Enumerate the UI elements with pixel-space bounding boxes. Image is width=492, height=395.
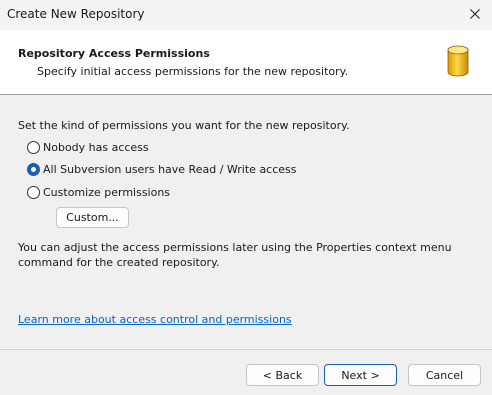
radio-label: All Subversion users have Read / Write a… [43, 163, 297, 176]
adjust-permissions-note: You can adjust the access permissions la… [18, 241, 452, 269]
radio-nobody-access[interactable]: Nobody has access [27, 141, 149, 154]
window-title: Create New Repository [7, 7, 145, 21]
database-icon [447, 45, 469, 77]
intro-text: Set the kind of permissions you want for… [18, 119, 350, 132]
close-icon [470, 9, 480, 19]
radio-button-unchecked[interactable] [27, 186, 40, 199]
create-repository-dialog: Create New Repository Repository Access … [0, 0, 492, 394]
radio-label: Nobody has access [43, 141, 149, 154]
wizard-header: Repository Access Permissions Specify in… [0, 30, 492, 95]
radio-label: Customize permissions [43, 186, 171, 199]
header-title: Repository Access Permissions [18, 47, 210, 60]
title-bar: Create New Repository [0, 0, 492, 30]
back-button[interactable]: < Back [246, 364, 319, 386]
next-button[interactable]: Next > [324, 364, 397, 386]
cancel-button[interactable]: Cancel [408, 364, 481, 386]
header-subtitle: Specify initial access permissions for t… [37, 65, 349, 78]
learn-more-link[interactable]: Learn more about access control and perm… [18, 313, 292, 326]
radio-button-unchecked[interactable] [27, 141, 40, 154]
wizard-content: Set the kind of permissions you want for… [0, 95, 492, 347]
close-button[interactable] [464, 3, 486, 25]
radio-customize-permissions[interactable]: Customize permissions [27, 186, 170, 199]
custom-button[interactable]: Custom... [56, 207, 129, 228]
wizard-footer: < Back Next > Cancel [0, 349, 492, 395]
radio-button-checked[interactable] [27, 163, 40, 176]
radio-all-users-readwrite[interactable]: All Subversion users have Read / Write a… [27, 163, 297, 176]
